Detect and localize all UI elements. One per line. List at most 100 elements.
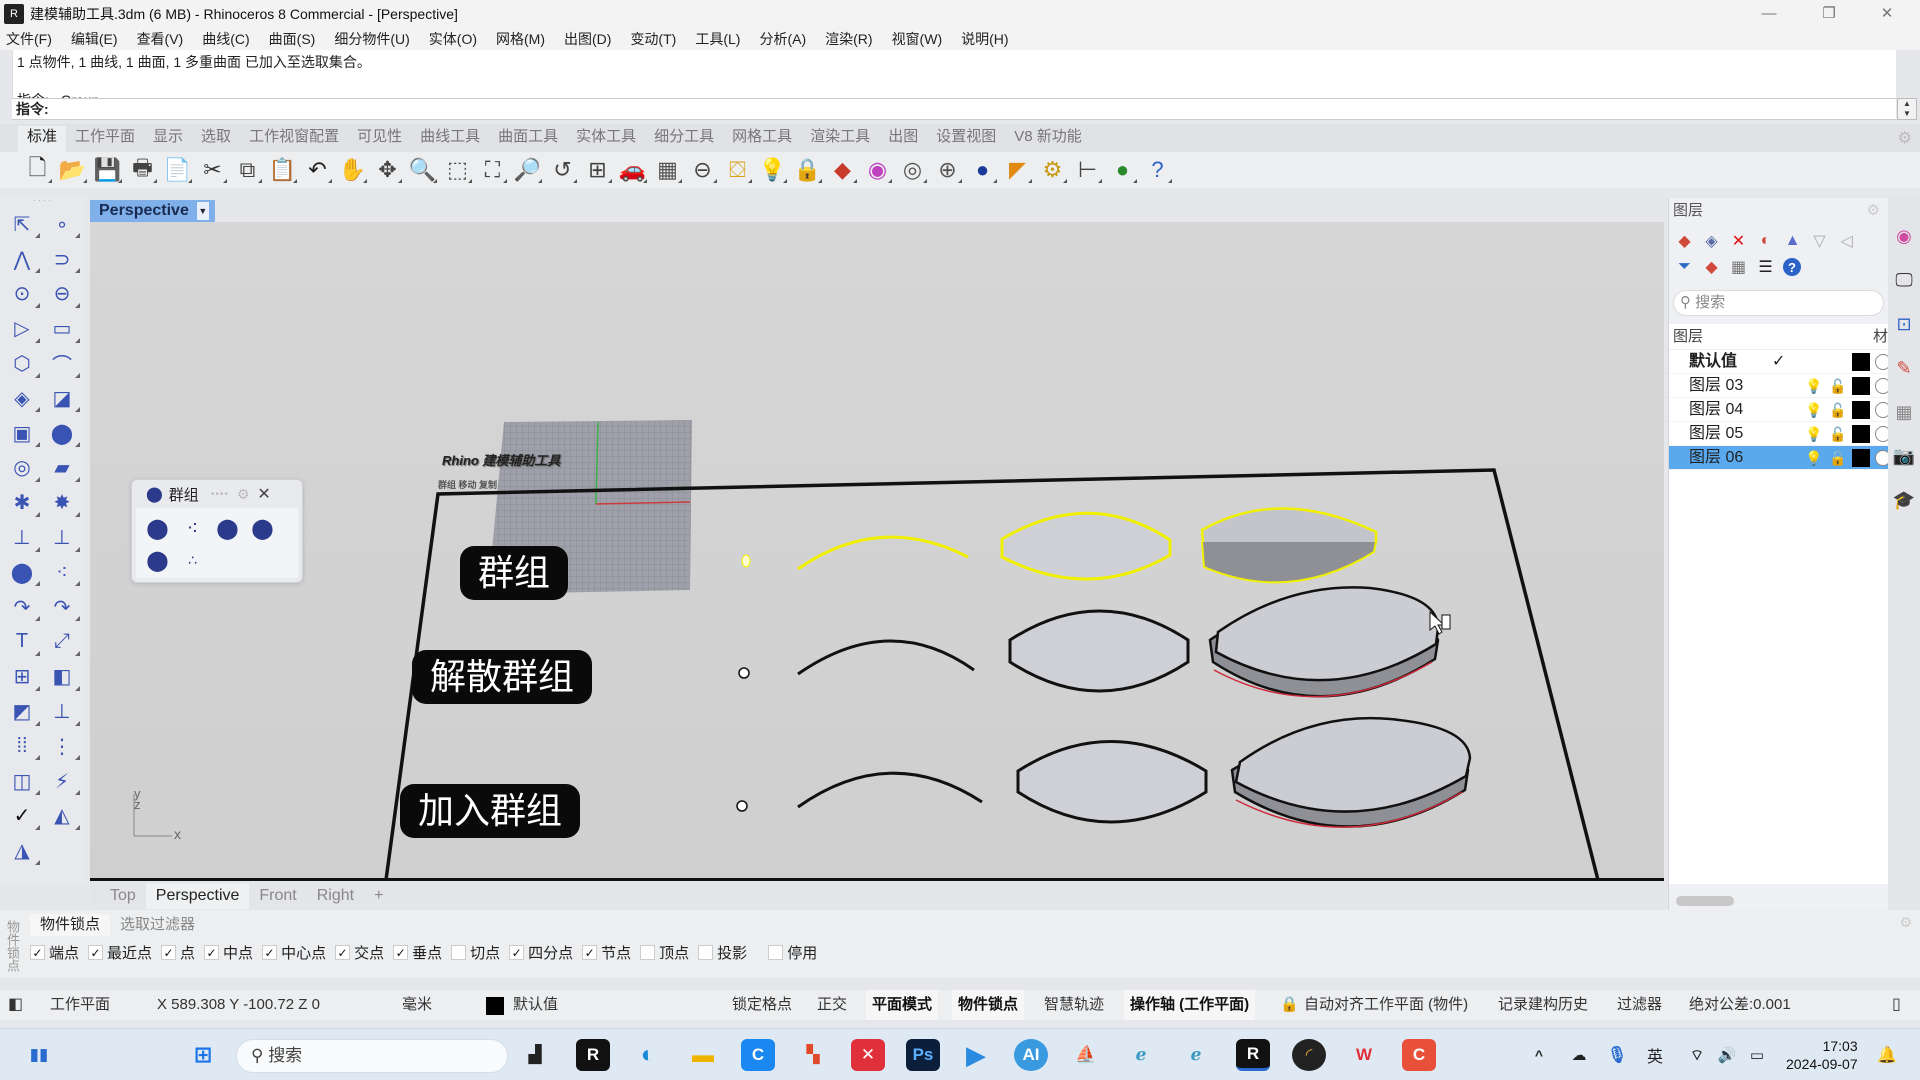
menu-subd[interactable]: 细分物件(U) xyxy=(334,29,409,49)
color-wheel-icon[interactable]: ◉ xyxy=(860,154,895,186)
zoom-dynamic-icon[interactable]: 🔍 xyxy=(405,154,440,186)
layer-unlocked-icon[interactable]: 🔓 xyxy=(1829,374,1846,398)
viewport-menu-dropdown-icon[interactable]: ▼ xyxy=(196,202,209,220)
layer-horizontal-scrollbar[interactable] xyxy=(1676,896,1734,906)
layer-search-input[interactable]: ⚲ 搜索 xyxy=(1673,290,1884,316)
layer-color-swatch[interactable] xyxy=(1852,449,1870,467)
paste-icon[interactable]: 📋 xyxy=(265,154,300,186)
status-cplane[interactable]: 工作平面 xyxy=(50,990,110,1020)
rendered-sphere-icon[interactable]: ● xyxy=(965,154,1000,186)
osnap-option[interactable]: ✓ 中心点 xyxy=(262,942,326,963)
menu-solid[interactable]: 实体(O) xyxy=(429,29,477,49)
undo-view-icon[interactable]: ↺ xyxy=(545,154,580,186)
project-icon[interactable]: ⊥ xyxy=(44,696,80,728)
volume-icon[interactable]: 🔊 xyxy=(1710,1039,1744,1071)
menu-file[interactable]: 文件(F) xyxy=(6,29,52,49)
osnap-option[interactable]: ✓ 点 xyxy=(161,942,195,963)
help-panel-icon[interactable]: ⊡ xyxy=(1888,302,1920,346)
toolbar-tab-solid-tools[interactable]: 实体工具 xyxy=(567,126,645,152)
layer-row[interactable]: 默认值 ✓ xyxy=(1669,350,1891,374)
layer-color-swatch[interactable] xyxy=(1852,425,1870,443)
menu-mesh[interactable]: 网格(M) xyxy=(496,29,545,49)
osnap-checkbox[interactable] xyxy=(768,945,784,960)
minimize-button[interactable]: — xyxy=(1740,0,1798,28)
menu-drafting[interactable]: 出图(D) xyxy=(564,29,611,49)
explode-icon[interactable]: ✸ xyxy=(44,487,80,519)
cylinder-icon[interactable]: ◎ xyxy=(4,452,40,484)
shaded-sphere-icon[interactable]: ⊕ xyxy=(930,154,965,186)
open-folder-icon[interactable]: 📂 xyxy=(55,154,90,186)
layer-name[interactable]: 图层 06 xyxy=(1689,446,1743,470)
osnap-option[interactable]: 切点 xyxy=(451,942,500,963)
xmind-icon[interactable]: ✕ xyxy=(851,1039,885,1071)
panel-toggle-icon[interactable]: ◧ xyxy=(8,990,23,1020)
box-icon[interactable]: ▣ xyxy=(4,417,40,449)
layer-color-swatch[interactable] xyxy=(1852,353,1870,371)
osnap-checkbox[interactable]: ✓ xyxy=(161,945,177,960)
rhino-active-icon[interactable]: R xyxy=(1236,1039,1270,1071)
app-c-icon[interactable]: C xyxy=(741,1039,775,1071)
zoom-window-icon[interactable]: ⬚ xyxy=(440,154,475,186)
undo-icon[interactable]: ↶ xyxy=(300,154,335,186)
cut-icon[interactable]: ✂ xyxy=(195,154,230,186)
restore-button[interactable]: ❐ xyxy=(1800,0,1858,28)
osnap-checkbox[interactable]: ✓ xyxy=(88,945,104,960)
copy-icon[interactable]: ⧉ xyxy=(230,154,265,186)
fillet-edge-icon[interactable]: ↷ xyxy=(4,591,40,623)
named-views-camera-icon[interactable]: 📷 xyxy=(1888,434,1920,478)
layer-color-swatch[interactable] xyxy=(1852,377,1870,395)
list-view-icon[interactable]: ☰ xyxy=(1752,254,1779,280)
zoom-extents-icon[interactable]: ⛶ xyxy=(475,154,510,186)
toggle-gumball[interactable]: 操作轴 (工作平面) xyxy=(1124,990,1256,1020)
set-group-name-icon[interactable]: ⬤ xyxy=(140,545,175,575)
column-layer[interactable]: 图层 xyxy=(1673,324,1873,349)
layer-name[interactable]: 图层 03 xyxy=(1689,374,1743,398)
layer-name[interactable]: 默认值 xyxy=(1689,350,1737,374)
remove-from-group-icon[interactable]: ⬤ xyxy=(245,513,280,543)
wps-icon[interactable]: W xyxy=(1347,1039,1381,1071)
layer-row[interactable]: 图层 06 💡 🔓 xyxy=(1669,446,1891,470)
learning-hat-icon[interactable]: 🎓 xyxy=(1888,478,1920,522)
arc-icon[interactable]: ▷ xyxy=(4,313,40,345)
maximize-panel-icon[interactable]: ▯ xyxy=(1892,990,1901,1020)
media-player-icon[interactable]: ▶ xyxy=(959,1039,993,1071)
rectangle-icon[interactable]: ▭ xyxy=(44,313,80,345)
show-hidden-icons[interactable]: ^ xyxy=(1522,1039,1556,1071)
rhino-taskbar-icon[interactable]: R xyxy=(576,1039,610,1071)
color-panel-icon[interactable]: ◉ xyxy=(1888,214,1920,258)
block-icon[interactable]: ◩ xyxy=(4,696,40,728)
file-explorer-icon[interactable]: ▬ xyxy=(686,1039,720,1071)
menu-tools[interactable]: 工具(L) xyxy=(695,29,740,49)
grasshopper-icon[interactable]: ● xyxy=(1105,154,1140,186)
new-layer-icon[interactable]: ◆ xyxy=(1671,228,1698,254)
select-group-icon[interactable]: ∴ xyxy=(175,545,210,575)
point-icon[interactable]: ∘ xyxy=(44,208,80,240)
edge-icon[interactable]: ◐ xyxy=(631,1039,665,1071)
perspective-viewport[interactable]: Rhino 建模辅助工具 群组 移动 复制 群组 解散群组 加入群组 y z x xyxy=(90,222,1664,880)
toolbar-tab-set-view[interactable]: 设置视图 xyxy=(927,126,1005,152)
paint-bucket-icon[interactable]: ◮ xyxy=(4,835,40,867)
move-layer-up-icon[interactable]: ▲ xyxy=(1779,228,1806,254)
osnap-icon[interactable]: ⊖ xyxy=(685,154,720,186)
close-button[interactable]: ✕ xyxy=(1858,0,1916,28)
ungroup-icon[interactable]: ⁖ xyxy=(44,556,80,588)
help-icon[interactable]: ? xyxy=(1783,258,1801,276)
toolbar-tab-select[interactable]: 选取 xyxy=(192,126,240,152)
notification-bell-icon[interactable]: 🔔 xyxy=(1870,1039,1904,1071)
drag-grip-icon[interactable]: •••• xyxy=(211,489,229,500)
layer-visible-bulb-icon[interactable]: 💡 xyxy=(1805,398,1822,422)
menu-analyze[interactable]: 分析(A) xyxy=(759,29,806,49)
curve-control-points-icon[interactable]: ⊃ xyxy=(44,243,80,275)
move-icon[interactable]: ⤢ xyxy=(44,626,80,658)
print-icon[interactable]: 🖶 xyxy=(125,154,160,186)
sailboat-app-icon[interactable]: ⛵ xyxy=(1069,1039,1103,1071)
textures-panel-icon[interactable]: ▦ xyxy=(1888,390,1920,434)
trim-icon[interactable]: ⊥ xyxy=(4,522,40,554)
task-view-icon[interactable]: ▟ xyxy=(518,1039,552,1071)
cplane-icon[interactable]: ▦ xyxy=(650,154,685,186)
menu-render[interactable]: 渲染(R) xyxy=(825,29,872,49)
view-tab-right[interactable]: Right xyxy=(307,883,364,909)
bookmark-app-icon[interactable]: ▚ xyxy=(796,1039,830,1071)
toolbar-tab-render-tools[interactable]: 渲染工具 xyxy=(801,126,879,152)
save-icon[interactable]: 💾 xyxy=(90,154,125,186)
